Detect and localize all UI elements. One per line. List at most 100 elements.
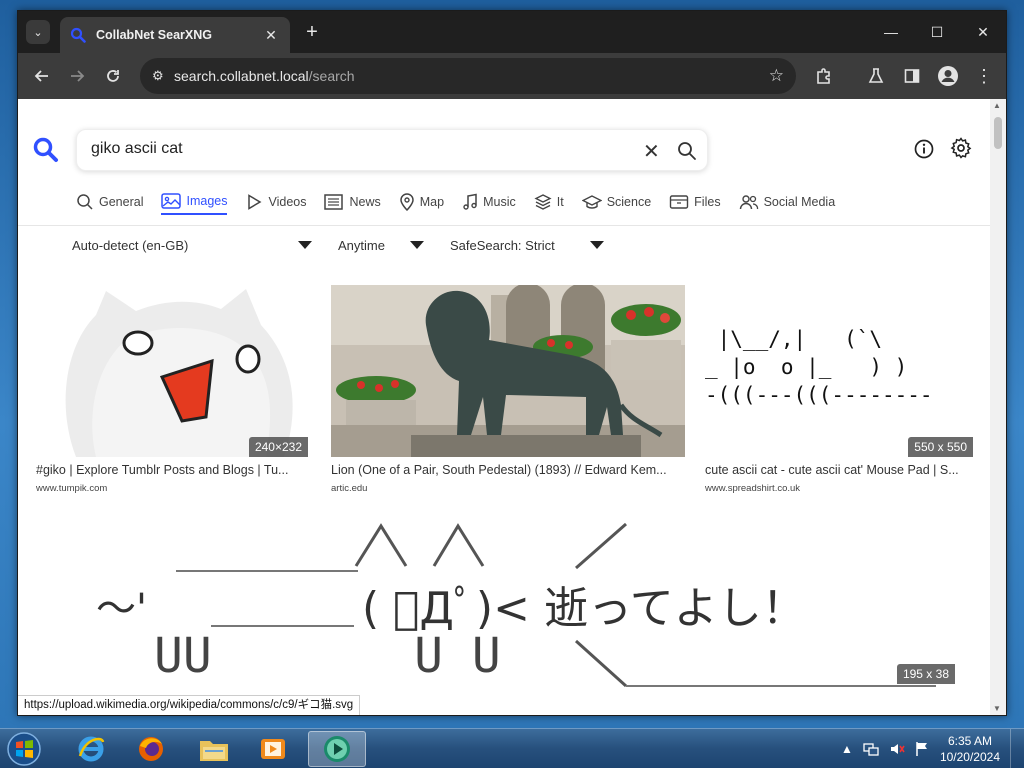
- tab-title: CollabNet SearXNG: [96, 28, 213, 42]
- tab-science[interactable]: Science: [581, 189, 651, 215]
- bookmark-star-icon[interactable]: ☆: [769, 66, 784, 86]
- clock-date: 10/20/2024: [939, 750, 1000, 764]
- app-play-icon: [324, 736, 350, 762]
- tab-news[interactable]: News: [324, 189, 381, 215]
- tab-search-button[interactable]: ⌄: [26, 20, 50, 44]
- new-tab-button[interactable]: +: [300, 20, 324, 44]
- title-bar: ⌄ CollabNet SearXNG ✕ + — ☐ ✕: [18, 11, 1006, 53]
- maximize-button[interactable]: ☐: [914, 11, 960, 53]
- tab-close-icon[interactable]: ✕: [262, 27, 280, 44]
- action-center-flag-icon[interactable]: [915, 741, 929, 757]
- scroll-down-icon[interactable]: ▼: [993, 704, 1001, 713]
- tab-label: Music: [483, 195, 516, 209]
- close-window-button[interactable]: ✕: [960, 11, 1006, 53]
- menu-button[interactable]: ⋮: [972, 64, 996, 88]
- result-thumbnail[interactable]: |\__/,| (`\ _ |o o |_ ) ) -(((---(((----…: [705, 285, 973, 457]
- ascii-legs-text: UU U U: [154, 628, 501, 684]
- search-input[interactable]: [91, 140, 631, 158]
- browser-tab[interactable]: CollabNet SearXNG ✕: [60, 17, 290, 53]
- category-divider: [18, 225, 990, 226]
- address-bar[interactable]: ⚙ search.collabnet.local/search ☆: [140, 58, 796, 94]
- clear-search-icon[interactable]: ✕: [643, 139, 660, 164]
- firefox-icon: [139, 737, 163, 761]
- caret-down-icon: [298, 241, 312, 249]
- info-icon[interactable]: [914, 139, 934, 159]
- extensions-button[interactable]: [812, 64, 836, 88]
- play-icon: [248, 194, 262, 210]
- ascii-cat-art: |\__/,| (`\ _ |o o |_ ) ) -(((---(((----…: [705, 327, 933, 407]
- image-result[interactable]: 240×232 #giko | Explore Tumblr Posts and…: [36, 285, 308, 500]
- caret-down-icon: [410, 241, 424, 249]
- volume-muted-icon[interactable]: [889, 741, 905, 757]
- tab-images[interactable]: Images: [161, 189, 228, 215]
- show-hidden-icons-icon[interactable]: ▲: [841, 742, 853, 756]
- time-range-select[interactable]: Anytime: [338, 234, 424, 256]
- reload-button[interactable]: [101, 64, 125, 88]
- image-result[interactable]: |\__/,| (`\ _ |o o |_ ) ) -(((---(((----…: [705, 285, 973, 500]
- side-panel-button[interactable]: [900, 64, 924, 88]
- profile-button[interactable]: [936, 64, 960, 88]
- result-thumbnail[interactable]: [331, 285, 685, 457]
- gear-icon[interactable]: [950, 137, 972, 159]
- link-status-bar: https://upload.wikimedia.org/wikipedia/c…: [18, 695, 361, 715]
- minimize-button[interactable]: —: [868, 11, 914, 53]
- tab-it[interactable]: It: [534, 189, 564, 215]
- people-icon: [739, 195, 758, 210]
- tab-general[interactable]: General: [76, 189, 143, 215]
- labs-button[interactable]: [864, 64, 888, 88]
- giko-plush-image: [36, 285, 308, 457]
- caret-down-icon: [590, 241, 604, 249]
- chevron-down-icon: ⌄: [33, 26, 43, 39]
- file-box-icon: [669, 195, 689, 209]
- tab-videos[interactable]: Videos: [245, 189, 306, 215]
- language-select[interactable]: Auto-detect (en-GB): [72, 234, 312, 256]
- forward-button[interactable]: [65, 64, 89, 88]
- result-title[interactable]: cute ascii cat - cute ascii cat' Mouse P…: [705, 463, 971, 477]
- tab-label: General: [99, 195, 144, 209]
- result-thumbnail[interactable]: 240×232: [36, 285, 308, 457]
- tab-map[interactable]: Map: [399, 189, 444, 215]
- vertical-scrollbar[interactable]: ▲ ▼: [990, 99, 1006, 715]
- media-player-icon: [261, 739, 285, 759]
- url-host: search.collabnet.local: [174, 68, 309, 84]
- site-settings-icon[interactable]: ⚙: [152, 68, 174, 84]
- tab-music[interactable]: Music: [462, 189, 516, 215]
- language-select-value: Auto-detect (en-GB): [72, 237, 189, 253]
- tab-social-media[interactable]: Social Media: [739, 189, 836, 215]
- result-thumbnail[interactable]: ～' ( ﾟДﾟ)< 逝ってよし！ UU U U 195 x 38: [36, 516, 973, 696]
- show-desktop-button[interactable]: [1010, 729, 1024, 768]
- network-icon[interactable]: [863, 741, 879, 757]
- time-range-value: Anytime: [338, 237, 385, 253]
- search-box: ✕: [76, 129, 708, 171]
- tab-files[interactable]: Files: [669, 189, 721, 215]
- taskbar-active-app[interactable]: [308, 731, 366, 767]
- result-title[interactable]: #giko | Explore Tumblr Posts and Blogs |…: [36, 463, 304, 477]
- search-icon: [77, 194, 93, 210]
- image-result[interactable]: Lion (One of a Pair, South Pedestal) (18…: [331, 285, 685, 500]
- safesearch-select[interactable]: SafeSearch: Strict: [450, 234, 604, 256]
- back-button[interactable]: [30, 64, 54, 88]
- browser-toolbar: ⚙ search.collabnet.local/search ☆ ⋮: [18, 53, 1006, 99]
- taskbar-media-player[interactable]: [246, 731, 300, 767]
- scrollbar-thumb[interactable]: [994, 117, 1002, 149]
- search-icon[interactable]: [677, 141, 697, 161]
- graduation-cap-icon: [581, 195, 602, 209]
- result-title[interactable]: Lion (One of a Pair, South Pedestal) (18…: [331, 463, 683, 477]
- arrow-left-icon: [34, 70, 48, 82]
- tab-label: Videos: [268, 195, 307, 209]
- tab-label: Social Media: [763, 195, 836, 209]
- avatar-icon: [938, 66, 958, 86]
- taskbar-internet-explorer[interactable]: [64, 731, 118, 767]
- tab-label: It: [556, 195, 564, 209]
- browser-window: ⌄ CollabNet SearXNG ✕ + — ☐ ✕ ⚙ search.c…: [17, 10, 1007, 716]
- taskbar-clock[interactable]: 6:35 AM 10/20/2024: [940, 733, 1000, 765]
- clock-time: 6:35 AM: [947, 734, 992, 748]
- image-result[interactable]: ～' ( ﾟДﾟ)< 逝ってよし！ UU U U 195 x 38: [36, 516, 973, 696]
- taskbar-firefox[interactable]: [124, 731, 178, 767]
- taskbar-file-explorer[interactable]: [187, 731, 241, 767]
- searxng-logo-icon[interactable]: [33, 137, 59, 163]
- start-button[interactable]: [4, 730, 44, 768]
- scroll-up-icon[interactable]: ▲: [993, 101, 1001, 110]
- page-viewport: ✕ General Images: [18, 99, 1006, 715]
- result-url: artic.edu: [331, 483, 368, 494]
